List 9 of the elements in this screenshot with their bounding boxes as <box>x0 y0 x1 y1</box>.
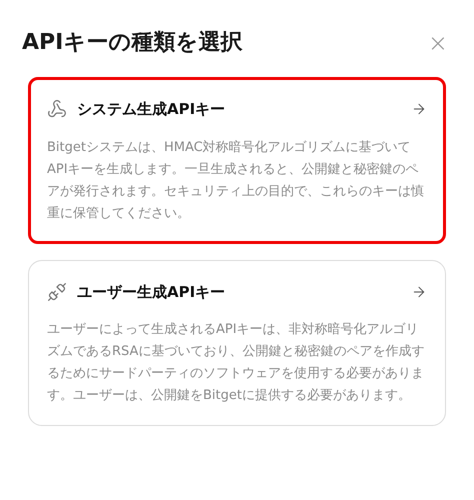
webhook-icon <box>47 99 67 120</box>
option-description: Bitgetシステムは、HMAC対称暗号化アルゴリズムに基づいてAPIキーを生成します。一旦生成されると、公開鍵と秘密鍵のペアが発行されます。セキュリティ上の目的で、これらのキーは慎重に保管してください。 <box>47 138 425 222</box>
option-card[interactable]: システム生成APIキー Bitgetシステムは、HMAC対称暗号化アルゴリズムに基づいてAPIキーを生成します。一旦生成されると、公開鍵と秘密鍵のペアが発行されます。セキュリティ上の目的で、これらのキーは慎重に保管してください。 <box>28 77 446 244</box>
dialog-title: APIキーの種類を選択 <box>22 29 242 57</box>
plug-icon <box>47 282 67 302</box>
option-title: システム生成APIキー <box>77 99 226 120</box>
option-card[interactable]: ユーザー生成APIキー ユーザーによって生成されるAPIキーは、非対称暗号化アルゴリズムであるRSAに基づいており、公開鍵と秘密鍵のペアを作成するためにサードパーティのソフトウェアを使用する必要があります。ユーザーは、公開鍵をBitgetに提供する必要があります。 <box>28 260 446 426</box>
option-title: ユーザー生成APIキー <box>77 282 226 302</box>
option-description: ユーザーによって生成されるAPIキーは、非対称暗号化アルゴリズムであるRSAに基づいており、公開鍵と秘密鍵のペアを作成するためにサードパーティのソフトウェアを使用する必要があります。ユーザーは、公開鍵をBitgetに提供する必要があります。 <box>47 321 426 405</box>
